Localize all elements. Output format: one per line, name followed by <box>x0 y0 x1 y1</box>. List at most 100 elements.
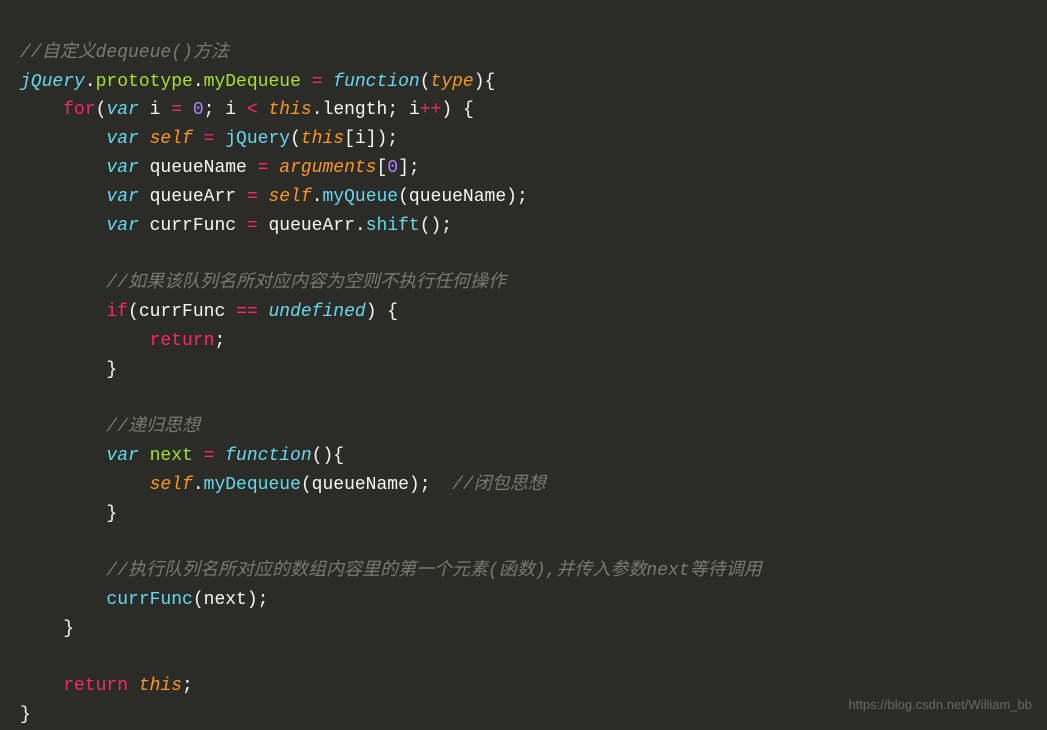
this: this <box>128 676 182 696</box>
indent <box>20 187 106 207</box>
identifier: jQuery <box>20 72 85 92</box>
punct: ){ <box>474 72 496 92</box>
method: myDequeue <box>204 475 301 495</box>
identifier: arguments <box>279 158 376 178</box>
punct: ]; <box>398 158 420 178</box>
indent <box>20 504 106 524</box>
indent <box>20 331 150 351</box>
brace: } <box>106 360 117 380</box>
function-call: jQuery <box>225 129 290 149</box>
variable: queueArr <box>139 187 247 207</box>
variable: currFunc <box>139 216 247 236</box>
indent <box>20 100 63 120</box>
property: prototype <box>96 72 193 92</box>
property: myDequeue <box>204 72 301 92</box>
this: this <box>269 100 312 120</box>
keyword: return <box>150 331 215 351</box>
indent <box>20 129 106 149</box>
identifier: i <box>139 100 171 120</box>
operator: == <box>236 302 268 322</box>
indent <box>20 475 150 495</box>
variable: self <box>139 129 193 149</box>
punct: (){ <box>312 446 344 466</box>
punct: . <box>193 72 204 92</box>
comment-inline: //闭包思想 <box>452 475 546 495</box>
punct: ) { <box>366 302 398 322</box>
punct: . <box>85 72 96 92</box>
keyword: var <box>106 129 138 149</box>
keyword: var <box>106 187 138 207</box>
indent <box>20 158 106 178</box>
brace: } <box>63 619 74 639</box>
punct: [ <box>376 158 387 178</box>
punct: (next); <box>193 590 269 610</box>
indent <box>20 273 106 293</box>
operator: = <box>301 72 333 92</box>
punct: ( <box>420 72 431 92</box>
indent <box>20 417 106 437</box>
indent <box>20 590 106 610</box>
operator: ++ <box>420 100 442 120</box>
indent <box>20 302 106 322</box>
keyword: var <box>106 158 138 178</box>
keyword: function <box>333 72 419 92</box>
keyword: var <box>106 446 138 466</box>
identifier: self <box>268 187 311 207</box>
punct: (queueName); <box>301 475 452 495</box>
punct: (queueName); <box>398 187 528 207</box>
comment-line: //自定义dequeue()方法 <box>20 43 229 63</box>
undefined: undefined <box>268 302 365 322</box>
method: myQueue <box>323 187 399 207</box>
punct: ; i <box>387 100 419 120</box>
indent <box>20 216 106 236</box>
indent <box>20 561 106 581</box>
indent <box>20 360 106 380</box>
code-block: //自定义dequeue()方法 jQuery.prototype.myDequ… <box>20 10 1027 730</box>
keyword: var <box>106 216 138 236</box>
comment-line: //如果该队列名所对应内容为空则不执行任何操作 <box>106 273 506 293</box>
punct: ( <box>96 100 107 120</box>
keyword: for <box>63 100 95 120</box>
indent <box>20 676 63 696</box>
keyword: if <box>106 302 128 322</box>
keyword: return <box>63 676 128 696</box>
method: shift <box>366 216 420 236</box>
indent <box>20 619 63 639</box>
punct: ; <box>214 331 225 351</box>
punct: ) { <box>441 100 473 120</box>
punct: . <box>312 187 323 207</box>
variable: next <box>139 446 193 466</box>
operator: = <box>258 158 280 178</box>
punct: [i]); <box>344 129 398 149</box>
number: 0 <box>193 100 204 120</box>
property: length <box>323 100 388 120</box>
identifier: queueArr. <box>268 216 365 236</box>
identifier: self <box>150 475 193 495</box>
punct: . <box>193 475 204 495</box>
param: type <box>431 72 474 92</box>
punct: . <box>312 100 323 120</box>
keyword: function <box>225 446 311 466</box>
number: 0 <box>387 158 398 178</box>
keyword: var <box>106 100 138 120</box>
operator: = <box>247 187 269 207</box>
operator: < <box>247 100 269 120</box>
indent <box>20 446 106 466</box>
comment-line: //递归思想 <box>106 417 200 437</box>
punct: ( <box>290 129 301 149</box>
variable: queueName <box>139 158 258 178</box>
operator: = <box>193 129 225 149</box>
this: this <box>301 129 344 149</box>
punct: (); <box>420 216 452 236</box>
operator: = <box>171 100 193 120</box>
punct: ; i <box>204 100 247 120</box>
watermark: https://blog.csdn.net/William_bb <box>848 695 1032 716</box>
operator: = <box>193 446 225 466</box>
punct: ; <box>182 676 193 696</box>
brace: } <box>106 504 117 524</box>
punct: (currFunc <box>128 302 236 322</box>
function-call: currFunc <box>106 590 192 610</box>
comment-line: //执行队列名所对应的数组内容里的第一个元素(函数),并传入参数next等待调用 <box>106 561 761 581</box>
operator: = <box>247 216 269 236</box>
brace: } <box>20 705 31 725</box>
